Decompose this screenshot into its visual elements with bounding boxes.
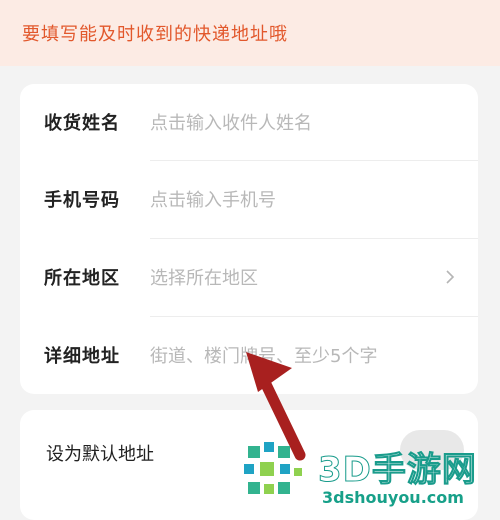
chevron-right-icon <box>446 270 455 284</box>
watermark-logo-icon <box>244 442 302 494</box>
default-address-label: 设为默认地址 <box>46 444 154 465</box>
address-label: 详细地址 <box>44 346 120 367</box>
phone-label: 手机号码 <box>44 190 120 211</box>
region-row[interactable]: 所在地区 选择所在地区 <box>20 239 478 315</box>
name-input[interactable]: 点击输入收件人姓名 <box>150 109 312 135</box>
name-row[interactable]: 收货姓名 点击输入收件人姓名 <box>20 84 478 160</box>
address-form-card: 收货姓名 点击输入收件人姓名 手机号码 点击输入手机号 所在地区 选择所在地区 … <box>20 84 478 394</box>
phone-row[interactable]: 手机号码 点击输入手机号 <box>20 161 478 237</box>
name-label: 收货姓名 <box>44 113 120 134</box>
watermark-brand: 3D手游网 <box>318 450 477 491</box>
region-select[interactable]: 选择所在地区 <box>150 264 258 290</box>
watermark-url: 3dshouyou.com <box>322 488 464 507</box>
address-input[interactable]: 街道、楼门牌号、至少5个字 <box>150 342 377 368</box>
notice-banner: 要填写能及时收到的快递地址哦 <box>0 0 500 66</box>
watermark: 3D手游网 3dshouyou.com <box>240 438 500 512</box>
region-label: 所在地区 <box>44 268 120 289</box>
phone-input[interactable]: 点击输入手机号 <box>150 186 276 212</box>
notice-text: 要填写能及时收到的快递地址哦 <box>22 24 288 45</box>
address-row[interactable]: 详细地址 街道、楼门牌号、至少5个字 <box>20 317 478 393</box>
